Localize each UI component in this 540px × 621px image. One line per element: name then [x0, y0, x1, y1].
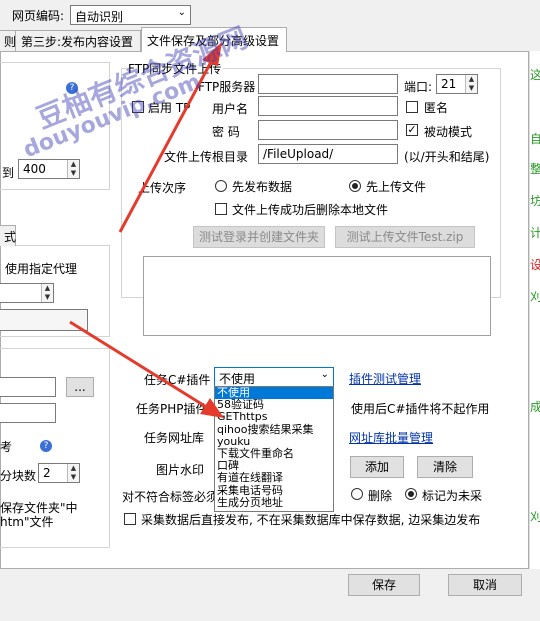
ftp-log-textarea[interactable] — [143, 256, 491, 336]
encoding-label: 网页编码: — [12, 9, 65, 23]
ftp-port-spinner[interactable]: ▲ ▼ — [465, 75, 477, 93]
order-first-publish-label: 先发布数据 — [232, 180, 293, 194]
test-upload-button[interactable]: 测试上传文件Test.zip — [335, 226, 475, 248]
csharp-plugin-dropdown: 不使用 58验证码 GEThttps qihoo搜索结果采集 youku 下载文… — [214, 386, 334, 512]
right-edge-char: 成 — [530, 400, 540, 414]
tab-proxy-mode[interactable]: 式 — [0, 225, 16, 246]
split-count-label: 分块数 — [0, 469, 37, 483]
ftp-port-label: 端口: — [404, 80, 433, 94]
right-edge-char: 自 — [530, 132, 540, 146]
ftp-password-label: 密 码 — [212, 125, 240, 139]
save-button[interactable]: 保存 — [348, 574, 420, 596]
delete-local-label: 文件上传成功后删除本地文件 — [232, 203, 389, 217]
right-edge-char: 刈 — [530, 510, 540, 524]
proxy-label: 使用指定代理 — [5, 262, 78, 276]
to-count-spinner[interactable]: ▲ ▼ — [67, 160, 79, 178]
delete-local-checkbox[interactable] — [215, 203, 227, 215]
plugin-manage-link[interactable]: 插件测试管理 — [349, 370, 421, 387]
passive-mode-label: 被动模式 — [424, 125, 473, 139]
ftp-server-input[interactable] — [258, 74, 398, 94]
clear-watermark-button[interactable]: 清除 — [417, 456, 473, 478]
anonymous-label: 匿名 — [424, 101, 449, 115]
browse-button[interactable]: ... — [66, 377, 94, 397]
php-plugin-note: 使用后C#插件将不起作用 — [351, 402, 490, 416]
order-first-publish-radio[interactable] — [215, 180, 227, 192]
dropdown-option[interactable]: 生成分页地址 — [215, 496, 333, 509]
ftp-server-label: FTP服务器 — [198, 80, 256, 94]
right-edge-char: 这 — [530, 68, 540, 82]
php-plugin-label: 任务PHP插件 — [136, 402, 208, 416]
help-icon[interactable]: ? — [40, 440, 52, 452]
upload-dir-input[interactable]: /FileUpload/ — [258, 144, 398, 164]
direct-publish-checkbox[interactable] — [124, 513, 136, 525]
right-edge-char: 整 — [530, 162, 540, 176]
ftp-user-input[interactable] — [258, 96, 398, 116]
side-char-label: 考 — [0, 440, 13, 454]
dropdown-option[interactable]: GEThttps — [215, 411, 333, 423]
chevron-down-icon: ⌄ — [320, 369, 329, 380]
upload-dir-label: 文件上传根目录 — [164, 150, 249, 164]
encoding-select[interactable]: 自动识别 ⌄ — [70, 5, 191, 25]
left-input-1[interactable] — [0, 377, 56, 397]
right-edge-char: 坊 — [530, 194, 540, 208]
right-edge-char: 计 — [530, 226, 540, 240]
ftp-user-label: 用户名 — [212, 102, 249, 116]
upload-order-label: 上传次序 — [138, 181, 187, 195]
upload-dir-hint: (以/开头和结尾) — [404, 150, 490, 164]
right-edge-panel — [529, 51, 540, 569]
chevron-down-icon: ⌄ — [177, 7, 186, 18]
tab-publish-settings[interactable]: 第三步:发布内容设置 — [15, 30, 141, 51]
delete-radio[interactable] — [351, 488, 363, 500]
direct-publish-label: 采集数据后直接发布, 不在采集数据库中保存数据, 边采集边发布 — [141, 513, 481, 527]
test-login-button[interactable]: 测试登录并创建文件夹 — [193, 226, 325, 248]
to-label: 到 — [2, 166, 15, 180]
delete-label: 删除 — [368, 489, 393, 503]
htm-note: htm"文件 — [0, 515, 54, 529]
cancel-button[interactable]: 取消 — [448, 574, 522, 596]
add-watermark-button[interactable]: 添加 — [350, 456, 404, 478]
ftp-password-input[interactable] — [258, 120, 398, 140]
proxy-spinner[interactable]: ▲ ▼ — [41, 284, 53, 302]
split-count-spinner[interactable]: ▲ ▼ — [67, 464, 79, 482]
csharp-plugin-select[interactable]: 不使用 ⌄ — [214, 367, 334, 387]
order-first-upload-radio[interactable] — [349, 180, 361, 192]
anonymous-checkbox[interactable] — [406, 101, 418, 113]
csharp-plugin-label: 任务C#插件 — [144, 373, 211, 387]
mark-unused-label: 标记为未采 — [422, 489, 483, 503]
proxy-address-input[interactable] — [0, 309, 88, 331]
order-first-upload-label: 先上传文件 — [366, 180, 427, 194]
encoding-value: 自动识别 — [75, 10, 124, 24]
url-lib-manage-link[interactable]: 网址库批量管理 — [349, 429, 433, 446]
dropdown-option[interactable]: 有道在线翻译 — [215, 472, 333, 484]
passive-mode-checkbox[interactable]: ✓ — [406, 124, 418, 136]
left-input-2[interactable] — [0, 403, 56, 423]
right-edge-char: 设 — [530, 258, 540, 272]
url-lib-label: 任务网址库 — [144, 431, 205, 445]
dropdown-option[interactable]: qihoo搜索结果采集 — [215, 423, 333, 436]
right-edge-char: 刈 — [530, 290, 540, 304]
watermark-label: 图片水印 — [156, 463, 205, 477]
dropdown-option[interactable]: 采集电话号码 — [215, 484, 333, 497]
nonconform-label: 对不符合标签必须 — [122, 490, 219, 504]
mark-unused-radio[interactable] — [405, 488, 417, 500]
